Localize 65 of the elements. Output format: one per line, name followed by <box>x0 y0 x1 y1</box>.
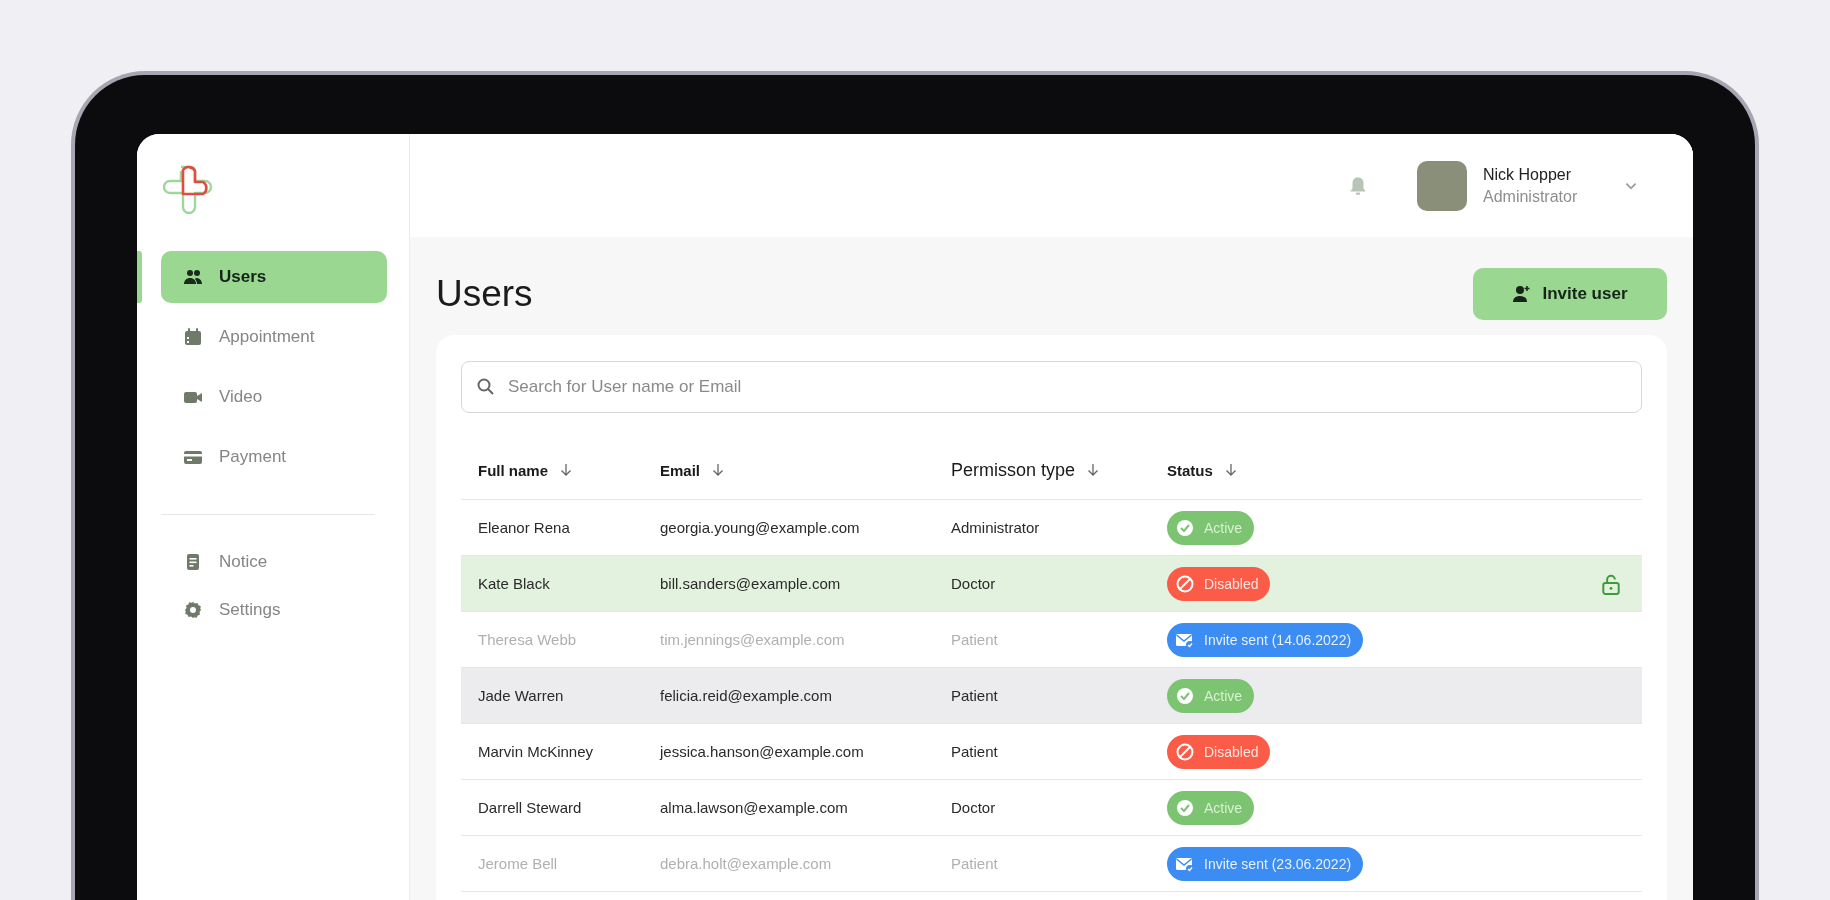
status-badge: Invite sent (23.06.2022) <box>1167 846 1364 881</box>
table-cell: Patient <box>951 631 998 648</box>
status-badge: Active <box>1167 790 1255 825</box>
search-field[interactable]: Search for User name or Email <box>461 361 1642 413</box>
status-badge: Active <box>1167 510 1255 545</box>
table-row[interactable]: Darrell Steward alma.lawson@example.com Doctor Active <box>461 780 1642 836</box>
table-cell: georgia.young@example.com <box>660 519 860 536</box>
settings-icon <box>183 600 203 620</box>
table-cell: Marvin McKinney <box>478 743 594 760</box>
table-row[interactable]: Marvin McKinney jessica.hanson@example.com Patient Disabled <box>461 724 1642 780</box>
logo-icon <box>163 164 213 214</box>
table-cell: bill.sanders@example.com <box>660 575 841 592</box>
blocked-icon <box>1175 573 1195 594</box>
table-cell: Patient <box>951 855 998 872</box>
table-cell: Kate Black <box>478 575 550 592</box>
status-badge: Invite sent (14.06.2022) <box>1167 622 1364 657</box>
user-role: Administrator <box>1483 187 1579 206</box>
search-icon <box>476 377 496 397</box>
table-row[interactable]: Jade Warren felicia.reid@example.com Patient Active <box>461 668 1642 724</box>
blocked-icon <box>1175 741 1195 762</box>
table-cell: Jade Warren <box>478 687 564 704</box>
invite-user-button[interactable]: Invite user <box>1473 267 1667 320</box>
status-badge: Disabled <box>1167 734 1271 769</box>
table-cell: Patient <box>951 687 998 704</box>
check-circle-icon <box>1175 685 1195 706</box>
table-cell: Eleanor Rena <box>478 519 570 536</box>
sidebar-item[interactable]: Payment <box>161 431 387 483</box>
sidebar-item[interactable]: Video <box>161 371 387 423</box>
status-badge: Disabled <box>1167 566 1271 601</box>
page-title: Users <box>436 272 533 315</box>
user-name: Nick Hopper <box>1483 165 1573 184</box>
users-icon <box>183 267 203 287</box>
add-person-icon <box>1512 283 1533 304</box>
table-cell: felicia.reid@example.com <box>660 687 832 704</box>
table-cell: Administrator <box>951 519 1040 536</box>
active-indicator <box>137 251 142 303</box>
arrow-down-icon[interactable] <box>1224 463 1237 477</box>
photo-placeholder <box>1417 160 1467 211</box>
table-cell: Patient <box>951 743 998 760</box>
table-cell: Doctor <box>951 575 996 592</box>
check-circle-icon <box>1175 797 1195 818</box>
column-header[interactable]: Email <box>660 461 701 479</box>
sidebar-item[interactable]: Appointment <box>161 311 387 363</box>
table-row[interactable]: Kate Black bill.sanders@example.com Doctor Disabled <box>461 556 1642 612</box>
arrow-down-icon[interactable] <box>1087 463 1100 477</box>
table-cell: Darrell Steward <box>478 799 582 816</box>
table-cell: Theresa Webb <box>478 631 577 648</box>
table-cell: Jerome Bell <box>478 855 558 872</box>
table-cell: debra.holt@example.com <box>660 855 832 872</box>
unlocked-padlock-icon[interactable] <box>1600 572 1622 595</box>
table-cell: Doctor <box>951 799 996 816</box>
table-cell: jessica.hanson@example.com <box>660 743 864 760</box>
arrow-down-icon[interactable] <box>560 463 572 477</box>
calendar-icon <box>183 327 203 347</box>
column-header[interactable]: Full name <box>478 461 548 479</box>
table-cell: alma.lawson@example.com <box>660 799 848 816</box>
check-circle-icon <box>1175 517 1195 538</box>
arrow-down-icon[interactable] <box>712 463 725 477</box>
sidebar-item[interactable]: Users <box>161 251 387 303</box>
column-header[interactable]: Status <box>1167 461 1213 479</box>
sidebar-item[interactable]: Settings <box>161 593 387 627</box>
status-badge: Active <box>1167 678 1255 713</box>
sidebar-item[interactable]: Notice <box>161 545 387 579</box>
column-header[interactable]: Permisson type <box>951 459 1076 481</box>
table-cell: tim.jennings@example.com <box>660 631 845 648</box>
